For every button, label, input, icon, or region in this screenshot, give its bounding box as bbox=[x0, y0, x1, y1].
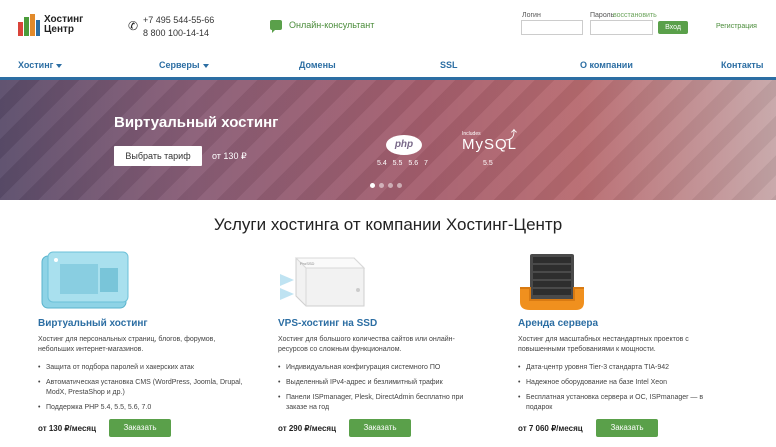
phone-secondary[interactable]: 8 800 100-14-14 bbox=[143, 27, 214, 40]
logo-icon bbox=[18, 14, 40, 36]
feature-item: Автоматическая установка CMS (WordPress,… bbox=[38, 378, 243, 398]
chevron-down-icon bbox=[56, 63, 63, 68]
password-label: Пароль bbox=[590, 12, 615, 19]
banner-title: Виртуальный хостинг bbox=[114, 114, 279, 131]
forgot-password-link[interactable]: восстановить bbox=[613, 12, 657, 19]
slider-dot[interactable] bbox=[379, 183, 384, 188]
service-price: от 7 060 ₽/месяц bbox=[518, 424, 583, 433]
virtual-hosting-illustration bbox=[41, 251, 129, 309]
slider-dot[interactable] bbox=[397, 183, 402, 188]
feature-item: Выделенный IPv4-адрес и безлимитный траф… bbox=[278, 378, 483, 388]
nav-item-about[interactable]: О компании bbox=[580, 60, 633, 70]
nav-item-hosting[interactable]: Хостинг bbox=[18, 60, 63, 70]
dolphin-icon: ⤴ bbox=[505, 128, 518, 142]
feature-list: Защита от подбора паролей и хакерских ат… bbox=[38, 363, 243, 418]
password-input[interactable] bbox=[590, 20, 653, 35]
register-link[interactable]: Регистрация bbox=[716, 23, 757, 30]
logo[interactable]: Хостинг Центр bbox=[18, 12, 88, 38]
service-title[interactable]: Аренда сервера bbox=[518, 318, 598, 329]
nav-item-domains[interactable]: Домены bbox=[299, 60, 336, 70]
phone-primary[interactable]: +7 495 544-55-66 bbox=[143, 14, 214, 27]
nav-item-servers[interactable]: Серверы bbox=[159, 60, 209, 70]
section-title: Услуги хостинга от компании Хостинг-Цент… bbox=[213, 215, 563, 234]
online-consultant-link[interactable]: Онлайн-консультант bbox=[289, 20, 374, 30]
order-button[interactable]: Заказать bbox=[109, 419, 171, 437]
php-logo: php bbox=[386, 135, 422, 155]
feature-list: Индивидуальная конфигурация системного П… bbox=[278, 363, 483, 418]
feature-list: Дата-центр уровня Tier-3 стандарта TIA-9… bbox=[518, 363, 723, 418]
order-button[interactable]: Заказать bbox=[349, 419, 411, 437]
feature-item: Защита от подбора паролей и хакерских ат… bbox=[38, 363, 243, 373]
feature-item: Индивидуальная конфигурация системного П… bbox=[278, 363, 483, 373]
service-description: Хостинг для масштабных нестандартных про… bbox=[518, 336, 689, 353]
feature-item: Надежное оборудование на базе Intel Xeon bbox=[518, 378, 723, 388]
mysql-version: 5.5 bbox=[483, 160, 493, 167]
site-header: Хостинг Центр ✆ +7 495 544-55-66 8 800 1… bbox=[0, 0, 776, 52]
feature-item: Поддержка PHP 5.4, 5.5, 5.6, 7.0 bbox=[38, 403, 243, 413]
feature-item: Дата-центр уровня Tier-3 стандарта TIA-9… bbox=[518, 363, 723, 373]
slider-dot[interactable] bbox=[370, 183, 375, 188]
service-description: Хостинг для большого количества сайтов и… bbox=[278, 336, 455, 353]
login-label: Логин bbox=[522, 12, 541, 19]
service-title[interactable]: VPS-хостинг на SSD bbox=[278, 318, 377, 329]
vps-ssd-illustration: ProSSD bbox=[280, 257, 366, 307]
hero-banner: Виртуальный хостинг Выбрать тариф от 130… bbox=[0, 80, 776, 200]
service-price: от 130 ₽/месяц bbox=[38, 424, 97, 433]
logo-text-line2: Центр bbox=[44, 24, 75, 35]
choose-plan-button[interactable]: Выбрать тариф bbox=[114, 146, 202, 166]
login-input[interactable] bbox=[521, 20, 583, 35]
chevron-down-icon bbox=[202, 63, 209, 68]
nav-item-ssl[interactable]: SSL bbox=[440, 60, 458, 70]
order-button[interactable]: Заказать bbox=[596, 419, 658, 437]
php-versions: 5.4 5.5 5.6 7 bbox=[377, 160, 428, 167]
service-price: от 290 ₽/месяц bbox=[278, 424, 337, 433]
login-button[interactable]: Вход bbox=[658, 21, 688, 34]
phone-numbers: +7 495 544-55-66 8 800 100-14-14 bbox=[143, 14, 214, 40]
main-nav: Хостинг Серверы Домены SSL О компании Ко… bbox=[0, 55, 776, 77]
nav-item-contacts[interactable]: Контакты bbox=[721, 60, 763, 70]
feature-item: Бесплатная установка сервера и ОС, ISPma… bbox=[518, 393, 723, 413]
server-rack-illustration bbox=[520, 254, 584, 310]
phone-icon: ✆ bbox=[128, 19, 139, 33]
slider-dots bbox=[370, 183, 402, 188]
chat-icon[interactable] bbox=[270, 20, 282, 33]
svg-text:ProSSD: ProSSD bbox=[300, 261, 315, 266]
banner-price: от 130 ₽ bbox=[212, 151, 247, 161]
service-description: Хостинг для персональных страниц, блогов… bbox=[38, 336, 216, 353]
slider-dot[interactable] bbox=[388, 183, 393, 188]
service-title[interactable]: Виртуальный хостинг bbox=[38, 318, 148, 329]
feature-item: Панели ISPmanager, Plesk, DirectAdmin бе… bbox=[278, 393, 483, 413]
